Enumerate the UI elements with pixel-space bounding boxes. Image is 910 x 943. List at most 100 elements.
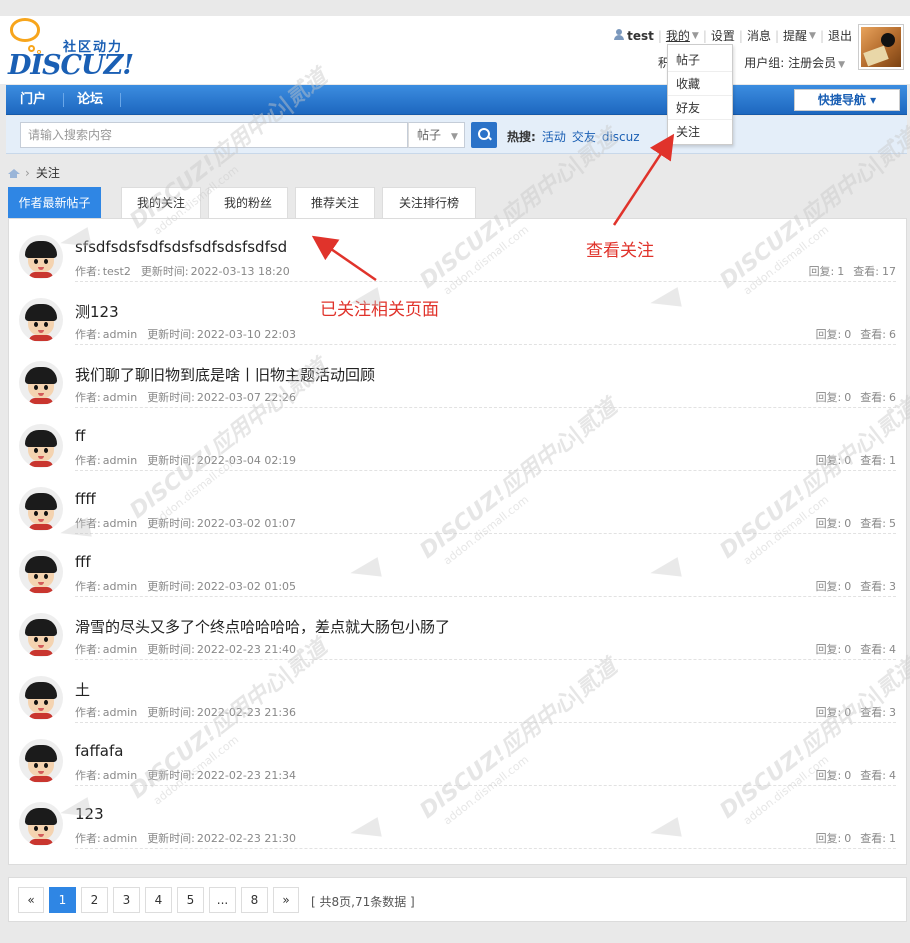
- header: 社区动力 DISCUZ! test | 我的 ▼ | 设置 | 消息 | 提醒 ▼ | 退出 积 用户组…: [0, 16, 910, 84]
- separator: |: [702, 29, 707, 43]
- post-author-link[interactable]: admin: [103, 832, 137, 845]
- author-avatar[interactable]: [19, 487, 63, 531]
- post-title-link[interactable]: faffafa: [75, 742, 123, 760]
- post-title-link[interactable]: 123: [75, 805, 104, 823]
- author-avatar[interactable]: [19, 739, 63, 783]
- view-count: 1: [889, 832, 896, 845]
- nav-forum[interactable]: 论坛: [77, 85, 103, 115]
- post-author-link[interactable]: test2: [103, 265, 131, 278]
- post-title-link[interactable]: ffff: [75, 490, 96, 508]
- messages-link[interactable]: 消息: [747, 28, 771, 44]
- post-time: 2022-03-02 01:05: [196, 580, 297, 593]
- author-avatar[interactable]: [19, 235, 63, 279]
- page-button[interactable]: 4: [145, 887, 172, 913]
- tab-recommended[interactable]: 推荐关注: [295, 187, 375, 218]
- logo-bubble-icon: [10, 18, 40, 42]
- views-label: 查看:: [860, 391, 886, 404]
- post-author-link[interactable]: admin: [103, 391, 137, 404]
- search-type-select[interactable]: 帖子 ▼: [408, 122, 465, 148]
- home-icon[interactable]: [8, 169, 20, 178]
- post-row: ffff 作者: admin 更新时间: 2022-03-02 01:07 回复: 0 查看:…: [9, 471, 906, 534]
- post-author-link[interactable]: admin: [103, 454, 137, 467]
- tab-my-follows[interactable]: 我的关注: [121, 187, 201, 218]
- post-author-link[interactable]: admin: [103, 706, 137, 719]
- nav-portal[interactable]: 门户: [20, 85, 46, 115]
- menu-item-follow[interactable]: 关注: [668, 120, 732, 144]
- tab-my-fans[interactable]: 我的粉丝: [208, 187, 288, 218]
- logout-link[interactable]: 退出: [828, 28, 852, 44]
- updated-label: 更新时间:: [147, 328, 195, 341]
- hot-search-word[interactable]: discuz: [602, 130, 640, 144]
- separator: |: [738, 29, 743, 43]
- avatar-face-icon: [25, 304, 57, 341]
- post-time: 2022-02-23 21:34: [196, 769, 297, 782]
- updated-label: 更新时间:: [147, 454, 195, 467]
- search-button[interactable]: [471, 122, 497, 148]
- replies-label: 回复:: [815, 643, 842, 656]
- user-avatar[interactable]: [858, 24, 904, 70]
- author-avatar[interactable]: [19, 613, 63, 657]
- page-button[interactable]: 8: [241, 887, 268, 913]
- hot-search-word[interactable]: 活动: [542, 130, 566, 144]
- page-button[interactable]: 2: [81, 887, 108, 913]
- replies-label: 回复:: [815, 769, 842, 782]
- username-link[interactable]: test: [627, 28, 654, 44]
- post-title-link[interactable]: 我们聊了聊旧物到底是啥丨旧物主题活动回顾: [75, 364, 375, 385]
- post-title-link[interactable]: ff: [75, 427, 85, 445]
- page-button[interactable]: 3: [113, 887, 140, 913]
- post-meta: 作者: admin 更新时间: 2022-02-23 21:34: [75, 767, 306, 783]
- author-label: 作者:: [75, 265, 101, 278]
- avatar-image: [861, 27, 901, 67]
- post-row: 滑雪的尽头又多了个终点哈哈哈哈，差点就大肠包小肠了作者: admin 更新时间: 20…: [9, 597, 906, 660]
- next-page-button[interactable]: »: [273, 887, 299, 913]
- tab-author-latest[interactable]: 作者最新帖子: [8, 187, 101, 218]
- post-stats: 回复: 0 查看: 6: [807, 389, 896, 405]
- post-meta: 作者: admin 更新时间: 2022-02-23 21:40: [75, 641, 306, 657]
- post-title-link[interactable]: 滑雪的尽头又多了个终点哈哈哈哈，差点就大肠包小肠了: [75, 616, 450, 637]
- my-menu-link[interactable]: 我的: [666, 28, 690, 44]
- view-count: 1: [889, 454, 896, 467]
- menu-item-posts[interactable]: 帖子: [668, 48, 732, 72]
- search-input[interactable]: 请输入搜索内容: [20, 122, 408, 148]
- pagination-info: [ 共8页,71条数据 ]: [311, 895, 415, 909]
- author-avatar[interactable]: [19, 298, 63, 342]
- post-title-link[interactable]: 土: [75, 679, 90, 700]
- reminders-link[interactable]: 提醒: [783, 28, 807, 44]
- quick-nav-button[interactable]: 快捷导航 ▾: [794, 89, 900, 111]
- author-avatar[interactable]: [19, 676, 63, 720]
- post-author-link[interactable]: admin: [103, 769, 137, 782]
- prev-page-button[interactable]: «: [18, 887, 44, 913]
- avatar-face-icon: [25, 367, 57, 404]
- settings-link[interactable]: 设置: [711, 28, 735, 44]
- post-author-link[interactable]: admin: [103, 643, 137, 656]
- author-label: 作者:: [75, 391, 101, 404]
- views-label: 查看:: [860, 643, 886, 656]
- avatar-face-icon: [25, 556, 57, 593]
- post-title-link[interactable]: 测123: [75, 301, 119, 322]
- post-author-link[interactable]: admin: [103, 580, 137, 593]
- post-title-link[interactable]: fff: [75, 553, 91, 571]
- page-button[interactable]: 1: [49, 887, 76, 913]
- view-count: 6: [889, 328, 896, 341]
- annotation-view-follow: 查看关注: [586, 241, 654, 261]
- post-time: 2022-02-23 21:30: [196, 832, 297, 845]
- tab-ranking[interactable]: 关注排行榜: [382, 187, 476, 218]
- updated-label: 更新时间:: [147, 517, 195, 530]
- post-author-link[interactable]: admin: [103, 328, 137, 341]
- post-row: 123 作者: admin 更新时间: 2022-02-23 21:30 回复: 0 查看: 1: [9, 786, 906, 849]
- hot-search-word[interactable]: 交友: [572, 130, 596, 144]
- menu-item-friends[interactable]: 好友: [668, 96, 732, 120]
- author-avatar[interactable]: [19, 802, 63, 846]
- usergroup-link[interactable]: 用户组: 注册会员 ▼: [744, 54, 845, 71]
- author-avatar[interactable]: [19, 424, 63, 468]
- author-avatar[interactable]: [19, 550, 63, 594]
- post-author-link[interactable]: admin: [103, 517, 137, 530]
- page-button[interactable]: 5: [177, 887, 204, 913]
- post-title-link[interactable]: sfsdfsdsfsdfsdsfsdfsdsfsdfsd: [75, 238, 287, 256]
- replies-label: 回复:: [815, 328, 842, 341]
- hot-search-label: 热搜:: [507, 130, 536, 144]
- site-logo[interactable]: 社区动力 DISCUZ!: [6, 16, 136, 81]
- breadcrumb-separator: ›: [25, 166, 30, 180]
- menu-item-favorites[interactable]: 收藏: [668, 72, 732, 96]
- author-avatar[interactable]: [19, 361, 63, 405]
